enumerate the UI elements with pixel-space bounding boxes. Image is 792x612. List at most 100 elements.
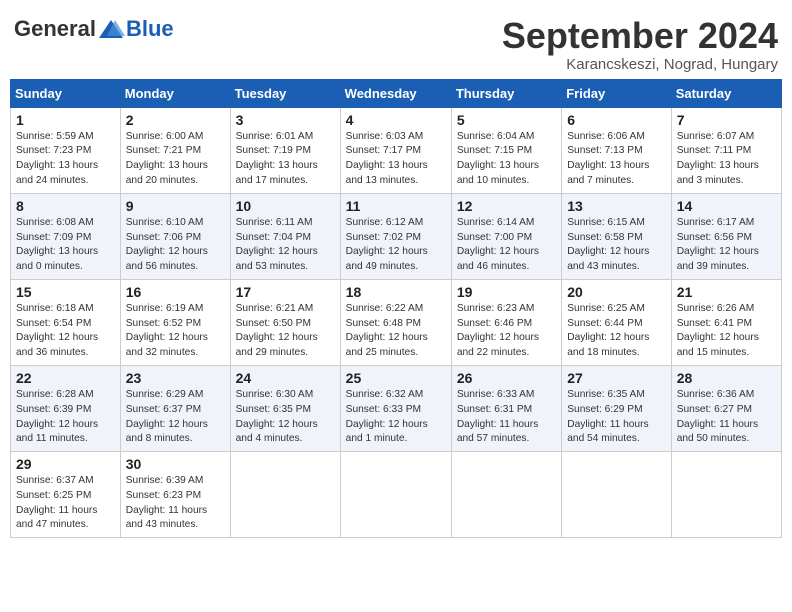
title-block: September 2024 Karancskeszi, Nograd, Hun… [502,16,778,73]
week-row-4: 22 Sunrise: 6:28 AMSunset: 6:39 PMDaylig… [11,365,782,451]
day-number-10: 10 [236,198,335,214]
day-number-4: 4 [346,112,446,128]
day-cell-8: 8 Sunrise: 6:08 AMSunset: 7:09 PMDayligh… [11,193,121,279]
day-cell-11: 11 Sunrise: 6:12 AMSunset: 7:02 PMDaylig… [340,193,451,279]
header-friday: Friday [562,79,671,107]
location: Karancskeszi, Nograd, Hungary [502,56,778,73]
day-info-14: Sunrise: 6:17 AMSunset: 6:56 PMDaylight:… [677,216,776,275]
day-info-30: Sunrise: 6:39 AMSunset: 6:23 PMDaylight:… [126,474,225,533]
day-cell-27: 27 Sunrise: 6:35 AMSunset: 6:29 PMDaylig… [562,365,671,451]
header-saturday: Saturday [671,79,781,107]
day-info-3: Sunrise: 6:01 AMSunset: 7:19 PMDaylight:… [236,130,335,189]
day-number-11: 11 [346,198,446,214]
day-number-24: 24 [236,370,335,386]
day-info-5: Sunrise: 6:04 AMSunset: 7:15 PMDaylight:… [457,130,556,189]
day-cell-10: 10 Sunrise: 6:11 AMSunset: 7:04 PMDaylig… [230,193,340,279]
day-number-18: 18 [346,284,446,300]
day-number-26: 26 [457,370,556,386]
day-info-11: Sunrise: 6:12 AMSunset: 7:02 PMDaylight:… [346,216,446,275]
day-info-18: Sunrise: 6:22 AMSunset: 6:48 PMDaylight:… [346,302,446,361]
day-number-20: 20 [567,284,665,300]
logo-blue: Blue [126,16,174,42]
day-info-17: Sunrise: 6:21 AMSunset: 6:50 PMDaylight:… [236,302,335,361]
day-cell-18: 18 Sunrise: 6:22 AMSunset: 6:48 PMDaylig… [340,279,451,365]
day-number-23: 23 [126,370,225,386]
day-info-21: Sunrise: 6:26 AMSunset: 6:41 PMDaylight:… [677,302,776,361]
day-info-4: Sunrise: 6:03 AMSunset: 7:17 PMDaylight:… [346,130,446,189]
day-cell-9: 9 Sunrise: 6:10 AMSunset: 7:06 PMDayligh… [120,193,230,279]
day-info-19: Sunrise: 6:23 AMSunset: 6:46 PMDaylight:… [457,302,556,361]
day-info-24: Sunrise: 6:30 AMSunset: 6:35 PMDaylight:… [236,388,335,447]
day-number-9: 9 [126,198,225,214]
day-number-14: 14 [677,198,776,214]
day-cell-21: 21 Sunrise: 6:26 AMSunset: 6:41 PMDaylig… [671,279,781,365]
day-info-26: Sunrise: 6:33 AMSunset: 6:31 PMDaylight:… [457,388,556,447]
day-cell-22: 22 Sunrise: 6:28 AMSunset: 6:39 PMDaylig… [11,365,121,451]
day-cell-15: 15 Sunrise: 6:18 AMSunset: 6:54 PMDaylig… [11,279,121,365]
day-number-1: 1 [16,112,115,128]
day-info-20: Sunrise: 6:25 AMSunset: 6:44 PMDaylight:… [567,302,665,361]
day-number-12: 12 [457,198,556,214]
day-number-21: 21 [677,284,776,300]
day-cell-26: 26 Sunrise: 6:33 AMSunset: 6:31 PMDaylig… [451,365,561,451]
day-number-19: 19 [457,284,556,300]
header-tuesday: Tuesday [230,79,340,107]
day-info-25: Sunrise: 6:32 AMSunset: 6:33 PMDaylight:… [346,388,446,447]
day-number-29: 29 [16,456,115,472]
day-cell-29: 29 Sunrise: 6:37 AMSunset: 6:25 PMDaylig… [11,452,121,538]
day-number-13: 13 [567,198,665,214]
month-title: September 2024 [502,16,778,56]
day-cell-6: 6 Sunrise: 6:06 AMSunset: 7:13 PMDayligh… [562,107,671,193]
day-info-23: Sunrise: 6:29 AMSunset: 6:37 PMDaylight:… [126,388,225,447]
day-info-15: Sunrise: 6:18 AMSunset: 6:54 PMDaylight:… [16,302,115,361]
day-info-12: Sunrise: 6:14 AMSunset: 7:00 PMDaylight:… [457,216,556,275]
day-info-27: Sunrise: 6:35 AMSunset: 6:29 PMDaylight:… [567,388,665,447]
day-info-13: Sunrise: 6:15 AMSunset: 6:58 PMDaylight:… [567,216,665,275]
day-cell-17: 17 Sunrise: 6:21 AMSunset: 6:50 PMDaylig… [230,279,340,365]
day-number-6: 6 [567,112,665,128]
day-cell-28: 28 Sunrise: 6:36 AMSunset: 6:27 PMDaylig… [671,365,781,451]
day-number-15: 15 [16,284,115,300]
day-number-3: 3 [236,112,335,128]
day-cell-12: 12 Sunrise: 6:14 AMSunset: 7:00 PMDaylig… [451,193,561,279]
day-info-22: Sunrise: 6:28 AMSunset: 6:39 PMDaylight:… [16,388,115,447]
day-number-8: 8 [16,198,115,214]
page-header: General Blue September 2024 Karancskeszi… [10,10,782,73]
day-cell-23: 23 Sunrise: 6:29 AMSunset: 6:37 PMDaylig… [120,365,230,451]
day-info-29: Sunrise: 6:37 AMSunset: 6:25 PMDaylight:… [16,474,115,533]
day-number-2: 2 [126,112,225,128]
empty-cell [562,452,671,538]
empty-cell [671,452,781,538]
header-thursday: Thursday [451,79,561,107]
day-info-6: Sunrise: 6:06 AMSunset: 7:13 PMDaylight:… [567,130,665,189]
day-info-9: Sunrise: 6:10 AMSunset: 7:06 PMDaylight:… [126,216,225,275]
day-info-8: Sunrise: 6:08 AMSunset: 7:09 PMDaylight:… [16,216,115,275]
day-number-7: 7 [677,112,776,128]
week-row-5: 29 Sunrise: 6:37 AMSunset: 6:25 PMDaylig… [11,452,782,538]
day-number-28: 28 [677,370,776,386]
day-number-27: 27 [567,370,665,386]
week-row-3: 15 Sunrise: 6:18 AMSunset: 6:54 PMDaylig… [11,279,782,365]
day-cell-14: 14 Sunrise: 6:17 AMSunset: 6:56 PMDaylig… [671,193,781,279]
day-number-25: 25 [346,370,446,386]
empty-cell [451,452,561,538]
logo: General Blue [14,16,174,42]
day-cell-3: 3 Sunrise: 6:01 AMSunset: 7:19 PMDayligh… [230,107,340,193]
week-row-1: 1 Sunrise: 5:59 AMSunset: 7:23 PMDayligh… [11,107,782,193]
week-row-2: 8 Sunrise: 6:08 AMSunset: 7:09 PMDayligh… [11,193,782,279]
header-sunday: Sunday [11,79,121,107]
day-cell-19: 19 Sunrise: 6:23 AMSunset: 6:46 PMDaylig… [451,279,561,365]
day-cell-13: 13 Sunrise: 6:15 AMSunset: 6:58 PMDaylig… [562,193,671,279]
header-monday: Monday [120,79,230,107]
day-number-22: 22 [16,370,115,386]
day-info-1: Sunrise: 5:59 AMSunset: 7:23 PMDaylight:… [16,130,115,189]
day-cell-24: 24 Sunrise: 6:30 AMSunset: 6:35 PMDaylig… [230,365,340,451]
day-info-16: Sunrise: 6:19 AMSunset: 6:52 PMDaylight:… [126,302,225,361]
day-number-5: 5 [457,112,556,128]
day-cell-4: 4 Sunrise: 6:03 AMSunset: 7:17 PMDayligh… [340,107,451,193]
logo-icon [97,18,125,40]
day-cell-1: 1 Sunrise: 5:59 AMSunset: 7:23 PMDayligh… [11,107,121,193]
day-number-16: 16 [126,284,225,300]
day-info-28: Sunrise: 6:36 AMSunset: 6:27 PMDaylight:… [677,388,776,447]
day-info-2: Sunrise: 6:00 AMSunset: 7:21 PMDaylight:… [126,130,225,189]
